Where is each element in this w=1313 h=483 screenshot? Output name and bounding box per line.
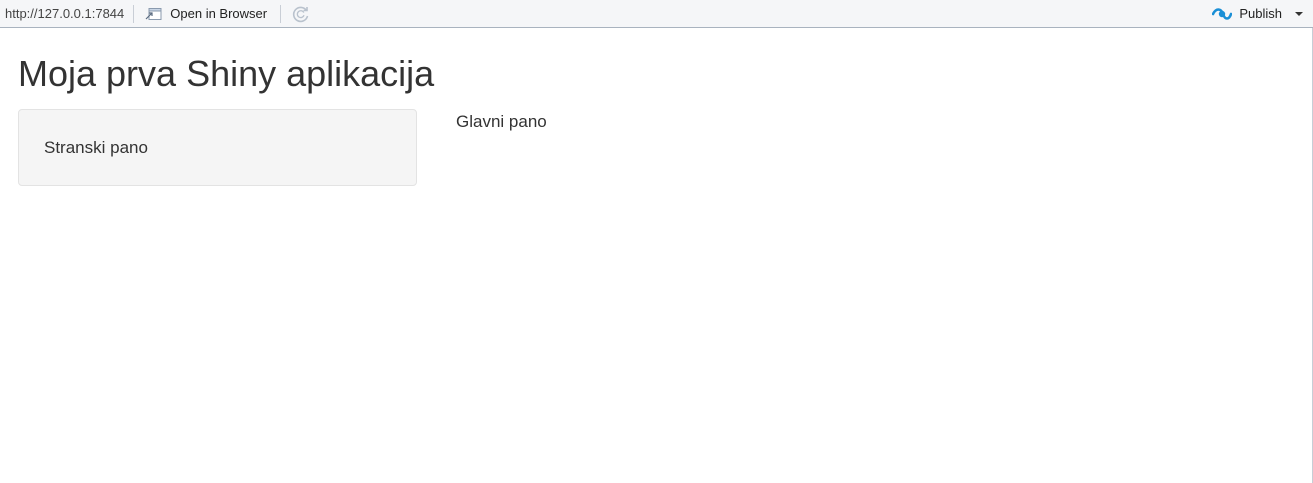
url-label: http://127.0.0.1:7844 bbox=[5, 6, 125, 21]
main-panel-text: Glavni pano bbox=[456, 112, 547, 131]
open-in-browser-icon bbox=[145, 7, 162, 20]
open-in-browser-button[interactable]: Open in Browser bbox=[144, 6, 267, 22]
publish-icon bbox=[1212, 7, 1233, 20]
toolbar-separator bbox=[280, 4, 282, 23]
sidebar-panel: Stranski pano bbox=[18, 109, 417, 186]
page-title: Moja prva Shiny aplikacija bbox=[18, 53, 435, 94]
viewer-toolbar: http://127.0.0.1:7844 Open in Browser Pu… bbox=[0, 0, 1313, 28]
toolbar-separator bbox=[133, 4, 135, 23]
shiny-app-content: Moja prva Shiny aplikacija Stranski pano… bbox=[0, 28, 1312, 483]
open-in-browser-label: Open in Browser bbox=[170, 6, 268, 21]
shiny-viewer-window: http://127.0.0.1:7844 Open in Browser Pu… bbox=[0, 0, 1313, 483]
publish-button[interactable]: Publish bbox=[1212, 0, 1313, 27]
publish-dropdown-caret-icon[interactable] bbox=[1295, 11, 1303, 16]
publish-label: Publish bbox=[1239, 6, 1282, 21]
sidebar-panel-text: Stranski pano bbox=[44, 138, 148, 157]
refresh-icon bbox=[293, 6, 309, 22]
refresh-button[interactable] bbox=[291, 4, 311, 24]
